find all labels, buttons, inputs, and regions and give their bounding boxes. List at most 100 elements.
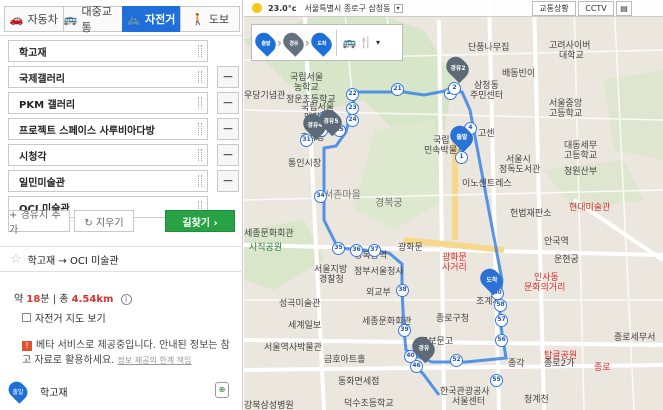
waypoint-input[interactable]: 프로젝트 스페이스 사루비아다방 xyxy=(8,118,208,140)
chevron-down-icon[interactable]: ▾ xyxy=(376,38,380,47)
info-icon[interactable]: i xyxy=(120,294,132,305)
cctv-button[interactable]: CCTV xyxy=(578,1,614,16)
waypoint-row: 시청각 − xyxy=(8,144,239,166)
restaurant-icon[interactable]: 🍴 xyxy=(359,36,373,49)
waypoint-input[interactable]: 국제갤러리 xyxy=(8,66,208,88)
route-node[interactable]: 37 xyxy=(368,244,381,257)
route-node[interactable]: 39 xyxy=(398,324,411,337)
map-label: 헌법재판소 xyxy=(510,209,552,219)
route-node[interactable]: 22 xyxy=(346,88,359,101)
walk-icon: 🚶 xyxy=(191,12,205,26)
star-icon[interactable]: ☆ xyxy=(10,252,22,267)
map-label: 세계일보 xyxy=(288,321,322,331)
traffic-button[interactable]: 교통상황 xyxy=(532,1,576,16)
map-label: 덕수초등학교 xyxy=(344,399,394,409)
map-label: 세종문화회관 xyxy=(244,229,294,239)
waypoint-name: 국제갤러리 xyxy=(19,73,65,85)
bus-icon[interactable]: 🚌 xyxy=(343,36,357,49)
map-top-bar: 23.0°c 서울특별시 종로구 삼청동 ▾ 교통상황 CCTV ▤ xyxy=(244,0,663,17)
mode-tab-car[interactable]: 🚗 자동차 xyxy=(4,6,64,32)
mode-tab-bicycle[interactable]: 🚲 자전거 xyxy=(121,6,182,32)
route-node[interactable]: 38 xyxy=(396,284,409,297)
waypoint-input[interactable]: 학고재 xyxy=(8,40,208,62)
map-label: 금호아트홀 xyxy=(324,355,366,365)
start-name: 학고재 xyxy=(40,387,68,399)
map-label: 우당기념관 xyxy=(244,91,286,101)
route-node[interactable]: 24 xyxy=(346,114,359,127)
route-node[interactable]: 52 xyxy=(450,354,463,367)
route-node[interactable]: 21 xyxy=(391,83,404,96)
route-node[interactable]: 1 xyxy=(455,151,468,164)
route-step-start[interactable]: 출발 학고재 ⊕ xyxy=(5,378,235,404)
route-summary: 약 18분 | 총 4.54km i xyxy=(14,290,132,305)
drag-handle-icon[interactable] xyxy=(198,123,202,135)
map-label: 경찰청 xyxy=(319,275,344,285)
drag-handle-icon[interactable] xyxy=(198,149,202,161)
map-canvas[interactable]: 단풍나무집 고려사이버 대학교 배동빈이 삼청동 주민센터 국립서울 농학교 우당기념관 정운초등… xyxy=(244,0,663,410)
car-icon: 🚗 xyxy=(9,12,24,26)
location-text: 서울특별시 종로구 삼청동 xyxy=(304,3,391,13)
clear-button[interactable]: ↻ 지우기 xyxy=(74,210,134,232)
map-label: 종각 xyxy=(508,359,525,369)
drag-handle-icon[interactable] xyxy=(198,71,202,83)
bike-map-toggle[interactable]: 자전거 지도 보기 xyxy=(22,310,106,325)
waypoint-input[interactable]: 일민미술관 xyxy=(8,170,208,192)
sun-icon xyxy=(252,3,262,13)
drag-handle-icon[interactable] xyxy=(198,175,202,187)
route-node[interactable]: 35 xyxy=(332,242,345,255)
chevron-down-icon[interactable]: ▾ xyxy=(393,3,403,13)
remove-waypoint-button[interactable]: − xyxy=(217,92,239,114)
mode-label: 자전거 xyxy=(145,13,176,26)
transit-icon: ⊕ xyxy=(215,382,229,398)
pin-label: 경유 xyxy=(417,344,430,352)
mode-tab-walk[interactable]: 🚶 도보 xyxy=(180,6,240,32)
map-label: 탑골공원 xyxy=(544,351,578,361)
route-node[interactable]: 56 xyxy=(495,334,508,347)
waypoint-name: 시청각 xyxy=(19,151,47,163)
route-node[interactable]: 34 xyxy=(314,190,327,203)
add-waypoint-button[interactable]: + 경유지 추가 xyxy=(8,210,70,236)
route-legend: 출발 › 경유 › 도착 🚌 🍴 ▾ xyxy=(251,24,403,61)
remove-waypoint-button[interactable]: − xyxy=(217,66,239,88)
map-label: 서울역사박물관 xyxy=(264,343,322,353)
waypoint-input[interactable]: PKM 갤러리 xyxy=(8,92,208,114)
map-label: 사직공원 xyxy=(249,243,283,253)
checkbox[interactable] xyxy=(22,313,31,322)
map-label: 단풍나무집 xyxy=(468,43,510,53)
waypoint-input[interactable]: 시청각 xyxy=(8,144,208,166)
route-node[interactable]: 58 xyxy=(494,299,507,312)
map-label: 운현궁 xyxy=(554,255,579,265)
waypoint-row: 일민미술관 − xyxy=(8,170,239,192)
route-node[interactable]: 57 xyxy=(495,314,508,327)
remove-waypoint-button[interactable]: − xyxy=(217,118,239,140)
map-label: 정독도서관 xyxy=(499,165,541,175)
bike-map-label: 자전거 지도 보기 xyxy=(35,314,106,325)
end-marker-icon: 도착 xyxy=(307,28,335,57)
drag-handle-icon[interactable] xyxy=(198,97,202,109)
route-node[interactable]: 55 xyxy=(490,374,503,387)
bicycle-icon: 🚲 xyxy=(127,12,142,26)
route-distance: 4.54 xyxy=(71,294,97,305)
mode-label: 도보 xyxy=(208,13,230,26)
waypoint-row: 학고재 xyxy=(8,40,239,62)
pin-label: 도착 xyxy=(485,276,498,284)
route-node[interactable]: 2 xyxy=(448,82,461,95)
map-label: 청원산부 xyxy=(564,167,598,177)
drag-handle-icon[interactable] xyxy=(198,45,202,57)
time-prefix: 약 xyxy=(14,294,27,305)
map-label: 문화의거리 xyxy=(524,283,566,293)
map-label: 서촌마을 xyxy=(324,190,361,201)
notice-link[interactable]: 정보 제공의 한계 책임 xyxy=(118,356,192,365)
route-node[interactable]: 36 xyxy=(350,244,363,257)
map-label: 동화면세점 xyxy=(338,377,380,387)
route-time: 18 xyxy=(26,294,41,305)
map-label: 주민센터 xyxy=(470,91,504,101)
legend-via: 경유 xyxy=(288,40,298,47)
find-route-button[interactable]: 길찾기 › xyxy=(165,210,235,232)
chevron-right-icon: › xyxy=(304,35,310,50)
route-node[interactable]: 46 xyxy=(410,360,423,373)
remove-waypoint-button[interactable]: − xyxy=(217,144,239,166)
mode-tab-transit[interactable]: 🚌 대중교통 xyxy=(62,5,123,34)
layers-button[interactable]: ▤ xyxy=(616,1,632,16)
remove-waypoint-button[interactable]: − xyxy=(217,170,239,192)
